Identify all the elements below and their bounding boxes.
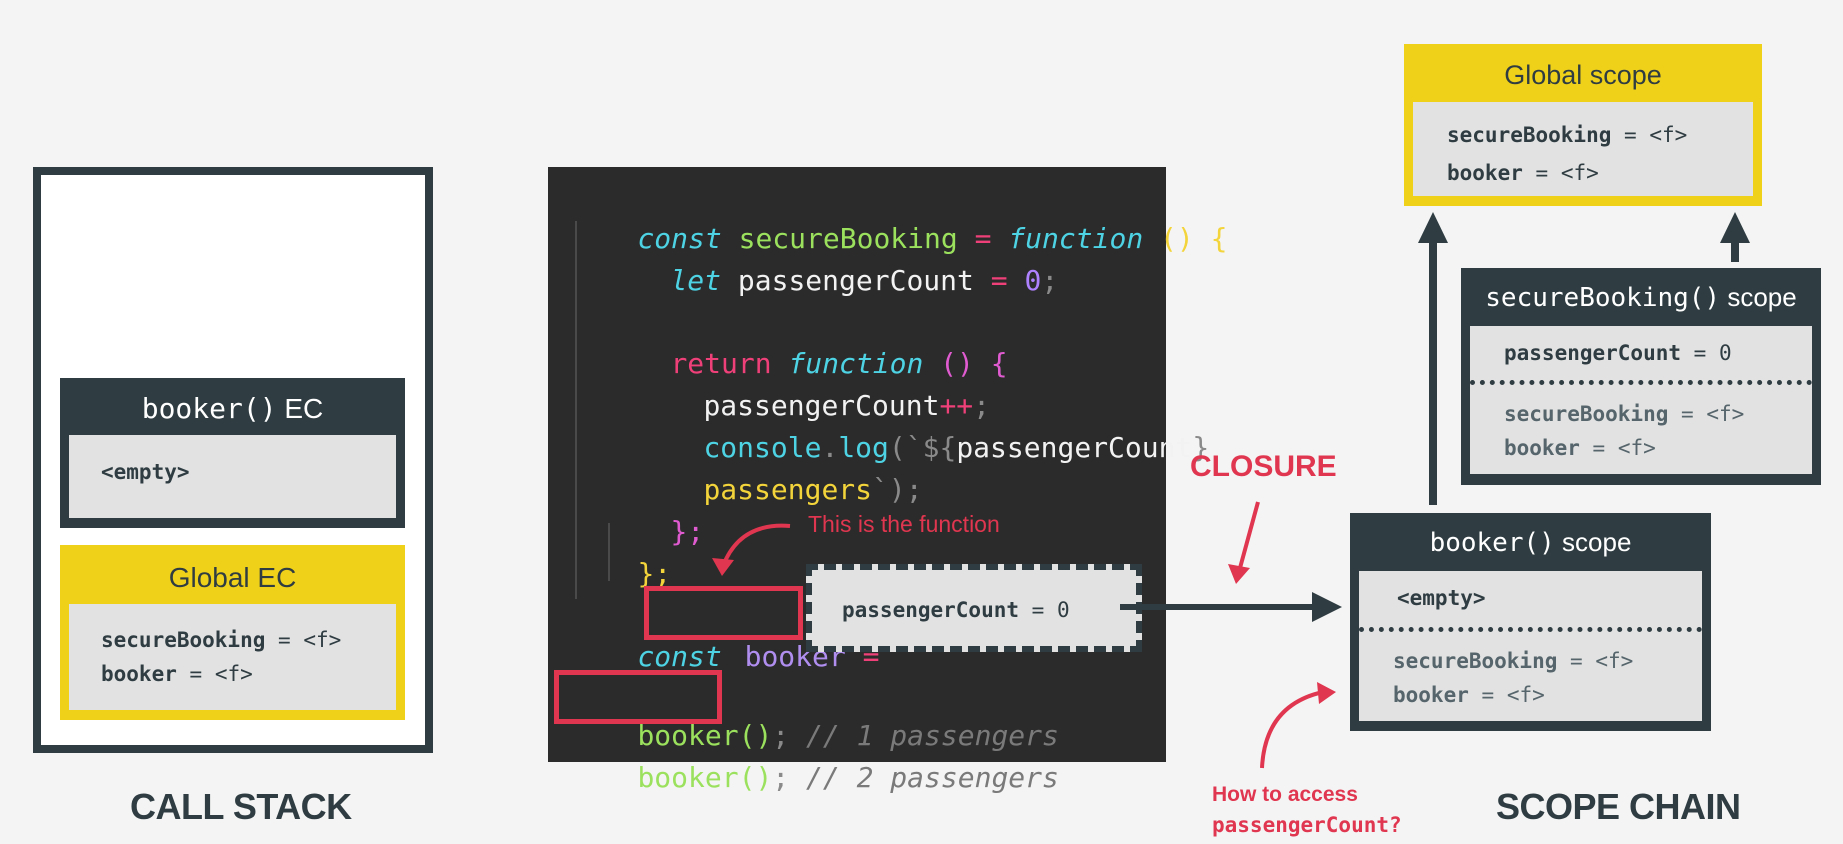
closure-arrow-head: [1312, 592, 1342, 622]
booker-scope-own: <empty>: [1359, 571, 1702, 627]
var-name: secureBooking: [1393, 649, 1558, 673]
scope-var-row: secureBooking = <f>: [1447, 116, 1753, 154]
var-name: booker: [1504, 436, 1580, 460]
scope-var-row: booker = <f>: [1393, 678, 1702, 712]
booker-scope-name: booker(): [1429, 528, 1555, 558]
var-name: secureBooking: [1504, 402, 1669, 426]
up-arrow-secure-head: [1720, 212, 1750, 243]
booker-scope-inherited: secureBooking = <f> booker = <f>: [1359, 627, 1702, 721]
closure-label-arrow: [1238, 501, 1260, 569]
booker-scope-suffix: scope: [1562, 527, 1632, 557]
var-op: =: [1570, 649, 1583, 673]
secure-scope-suffix: scope: [1727, 282, 1797, 312]
var-value: <f>: [1506, 683, 1545, 707]
var-op: =: [1535, 161, 1549, 185]
scope-var-row: secureBooking = <f>: [1504, 397, 1812, 431]
var-op: =: [1693, 341, 1707, 365]
var-value: 0: [1718, 341, 1732, 365]
scope-var-row: secureBooking = <f>: [1393, 644, 1702, 678]
booker-scope-title: booker() scope: [1350, 527, 1711, 558]
var-op: =: [1681, 402, 1694, 426]
secure-scope-inherited: secureBooking = <f> booker = <f>: [1470, 380, 1812, 474]
var-value: <f>: [1617, 436, 1656, 460]
how-to-access-arrow: [1260, 690, 1324, 769]
var-name: booker: [1447, 161, 1523, 185]
scope-chain-label: SCOPE CHAIN: [1496, 786, 1741, 827]
secure-scope-title: secureBooking() scope: [1461, 282, 1821, 313]
secure-scope-name: secureBooking(): [1485, 283, 1721, 313]
booker-scope-empty: <empty>: [1397, 586, 1486, 610]
var-value: <f>: [1649, 123, 1688, 147]
how-to-access-arrow-head: [1317, 682, 1336, 704]
booker-scope: booker() scope <empty> secureBooking = <…: [1350, 513, 1711, 731]
var-op: =: [1624, 123, 1637, 147]
var-name: passengerCount: [1504, 341, 1682, 365]
closure-label-arrow-head: [1228, 564, 1250, 584]
var-name: booker: [1393, 683, 1469, 707]
up-arrow-global-head: [1418, 212, 1448, 243]
var-value: <f>: [1706, 402, 1745, 426]
global-scope-vars: secureBooking = <f> booker = <f>: [1413, 102, 1753, 196]
var-value: <f>: [1595, 649, 1634, 673]
secure-booking-scope: secureBooking() scope passengerCount = 0…: [1461, 268, 1821, 485]
var-value: <f>: [1560, 161, 1599, 185]
var-op: =: [1592, 436, 1606, 460]
global-scope-title: Global scope: [1504, 60, 1662, 90]
scope-var-row: booker = <f>: [1447, 154, 1753, 192]
var-op: =: [1481, 683, 1495, 707]
scope-var-row: booker = <f>: [1504, 431, 1812, 465]
var-name: secureBooking: [1447, 123, 1612, 147]
this-is-function-arrow-head: [712, 558, 734, 576]
secure-scope-own: passengerCount = 0: [1470, 326, 1812, 380]
global-scope: Global scope secureBooking = <f> booker …: [1404, 44, 1762, 206]
